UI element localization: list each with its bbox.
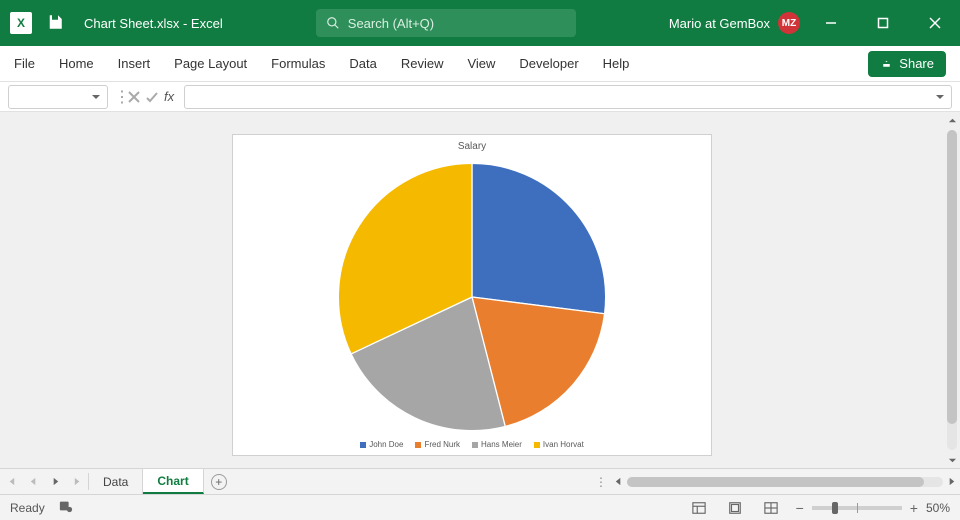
legend-label: Ivan Horvat bbox=[543, 440, 584, 449]
scroll-up-icon[interactable] bbox=[944, 112, 960, 128]
tab-file[interactable]: File bbox=[14, 56, 35, 71]
formula-bar: ⋮ fx bbox=[0, 82, 960, 112]
chart-object[interactable]: Salary John Doe Fred Nurk Hans Meier Ivan H… bbox=[232, 134, 712, 456]
tab-help[interactable]: Help bbox=[603, 56, 630, 71]
chart-legend: John Doe Fred Nurk Hans Meier Ivan Horvat bbox=[360, 440, 584, 449]
zoom-level: 50% bbox=[926, 501, 950, 515]
title-bar: X Chart Sheet.xlsx - Excel Search (Alt+Q… bbox=[0, 0, 960, 46]
legend-label: John Doe bbox=[369, 440, 403, 449]
close-button[interactable] bbox=[914, 0, 956, 46]
sheet-tabs: DataChart bbox=[89, 469, 204, 494]
legend-item: Hans Meier bbox=[472, 440, 522, 449]
vertical-scrollbar[interactable] bbox=[944, 112, 960, 468]
maximize-button[interactable] bbox=[862, 0, 904, 46]
horizontal-scrollbar[interactable] bbox=[610, 469, 960, 494]
view-normal-button[interactable] bbox=[688, 499, 710, 517]
legend-item: John Doe bbox=[360, 440, 403, 449]
tab-page-layout[interactable]: Page Layout bbox=[174, 56, 247, 71]
scroll-down-icon[interactable] bbox=[944, 452, 960, 468]
share-icon bbox=[880, 57, 893, 70]
excel-app-icon: X bbox=[10, 12, 32, 34]
tab-view[interactable]: View bbox=[467, 56, 495, 71]
zoom-out-button[interactable]: − bbox=[796, 500, 804, 516]
minimize-button[interactable] bbox=[810, 0, 852, 46]
legend-swatch bbox=[534, 442, 540, 448]
window-title: Chart Sheet.xlsx - Excel bbox=[84, 16, 223, 31]
legend-swatch bbox=[472, 442, 478, 448]
scroll-right-icon[interactable] bbox=[947, 475, 956, 489]
macro-record-icon[interactable] bbox=[59, 499, 73, 516]
legend-swatch bbox=[415, 442, 421, 448]
zoom-slider[interactable] bbox=[812, 506, 902, 510]
zoom-control[interactable]: − + 50% bbox=[796, 500, 950, 516]
zoom-in-button[interactable]: + bbox=[910, 500, 918, 516]
sheet-nav-last[interactable] bbox=[66, 477, 88, 486]
sheet-tab-bar: DataChart + ⋮ bbox=[0, 468, 960, 494]
save-icon[interactable] bbox=[46, 13, 64, 34]
share-label: Share bbox=[899, 56, 934, 71]
worksheet-area: Salary John Doe Fred Nurk Hans Meier Ivan H… bbox=[0, 112, 960, 468]
status-ready: Ready bbox=[10, 501, 45, 515]
new-sheet-button[interactable]: + bbox=[204, 469, 234, 494]
scrollbar-thumb[interactable] bbox=[627, 477, 924, 487]
account-button[interactable]: Mario at GemBox MZ bbox=[669, 12, 800, 34]
legend-label: Fred Nurk bbox=[424, 440, 460, 449]
legend-swatch bbox=[360, 442, 366, 448]
view-page-layout-button[interactable] bbox=[724, 499, 746, 517]
pie-slice bbox=[472, 163, 606, 313]
cancel-formula-icon[interactable] bbox=[128, 91, 140, 103]
search-box[interactable]: Search (Alt+Q) bbox=[316, 9, 576, 37]
legend-item: Ivan Horvat bbox=[534, 440, 584, 449]
status-bar: Ready − + 50% bbox=[0, 494, 960, 520]
legend-item: Fred Nurk bbox=[415, 440, 460, 449]
chevron-down-icon bbox=[91, 92, 101, 102]
chevron-down-icon bbox=[935, 92, 945, 102]
tab-home[interactable]: Home bbox=[59, 56, 94, 71]
formula-input[interactable] bbox=[184, 85, 952, 109]
pie-chart bbox=[332, 157, 612, 437]
chart-title: Salary bbox=[458, 141, 486, 152]
view-page-break-button[interactable] bbox=[760, 499, 782, 517]
avatar: MZ bbox=[778, 12, 800, 34]
sheet-tab-options[interactable]: ⋮ bbox=[592, 469, 610, 494]
tab-data[interactable]: Data bbox=[349, 56, 376, 71]
sheet-nav-prev[interactable] bbox=[22, 477, 44, 486]
search-placeholder: Search (Alt+Q) bbox=[348, 16, 434, 31]
scroll-left-icon[interactable] bbox=[614, 475, 623, 489]
enter-formula-icon[interactable] bbox=[146, 91, 158, 103]
insert-function-button[interactable]: fx bbox=[164, 89, 174, 104]
tab-review[interactable]: Review bbox=[401, 56, 444, 71]
legend-label: Hans Meier bbox=[481, 440, 522, 449]
share-button[interactable]: Share bbox=[868, 51, 946, 77]
tab-developer[interactable]: Developer bbox=[519, 56, 578, 71]
scrollbar-thumb[interactable] bbox=[947, 130, 957, 424]
sheet-nav-first[interactable] bbox=[0, 477, 22, 486]
ribbon-tabs: File Home Insert Page Layout Formulas Da… bbox=[0, 46, 960, 82]
name-box[interactable] bbox=[8, 85, 108, 109]
sheet-nav-next[interactable] bbox=[44, 477, 66, 486]
tab-formulas[interactable]: Formulas bbox=[271, 56, 325, 71]
sheet-tab-data[interactable]: Data bbox=[89, 469, 143, 494]
tab-insert[interactable]: Insert bbox=[118, 56, 151, 71]
sheet-tab-chart[interactable]: Chart bbox=[143, 469, 203, 494]
account-name: Mario at GemBox bbox=[669, 16, 770, 31]
search-icon bbox=[326, 16, 340, 30]
